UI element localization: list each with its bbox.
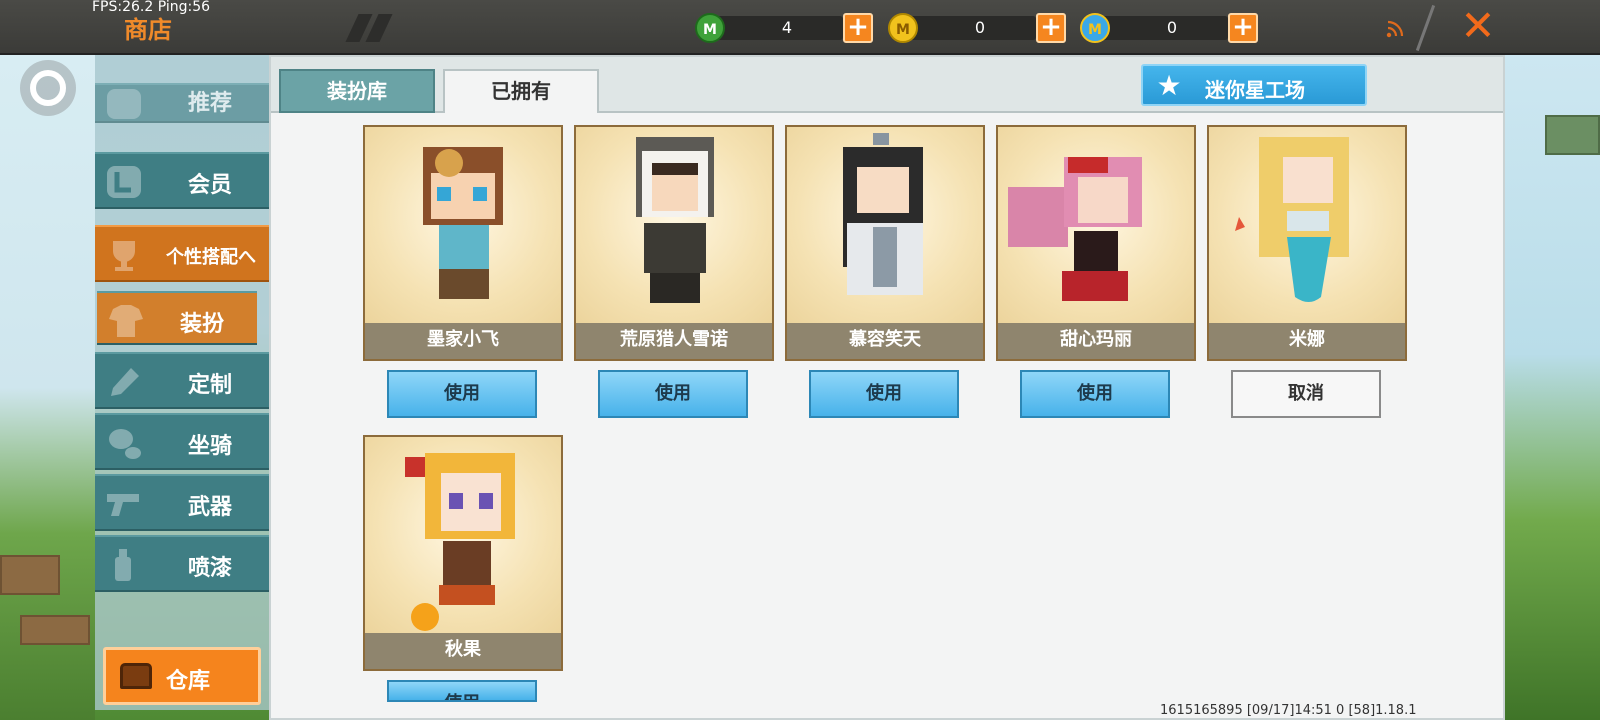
warehouse-button[interactable]: 仓库 — [103, 647, 261, 705]
use-button[interactable]: 使用 — [1020, 370, 1170, 418]
sidebar-item-label: 武器 — [187, 495, 232, 520]
use-button[interactable]: 使用 — [387, 370, 537, 418]
skin-name: 甜心玛丽 — [998, 323, 1194, 359]
gun-icon — [107, 494, 139, 516]
main-panel: 装扮库 已拥有 ★ 迷你星工场 墨家小飞 使用 荒原猎人雪诺 使用 慕容笑天 使… — [269, 55, 1505, 720]
skin-name: 米娜 — [1209, 323, 1405, 359]
character-image — [787, 127, 983, 323]
skin-card[interactable]: 慕容笑天 — [785, 125, 985, 361]
skin-card[interactable]: 甜心玛丽 — [996, 125, 1196, 361]
sidebar-item-mount[interactable]: 坐骑 — [95, 413, 269, 470]
sidebar-item-custom[interactable]: 定制 — [95, 352, 269, 409]
skin-card[interactable]: 秋果 — [363, 435, 563, 671]
pencil-icon — [111, 368, 139, 396]
mini-workshop-button[interactable]: ★ 迷你星工场 — [1141, 64, 1367, 106]
skin-name: 墨家小飞 — [365, 323, 561, 359]
gold-coin-icon: M — [888, 13, 918, 43]
skin-name: 秋果 — [365, 633, 561, 669]
record-icon[interactable] — [20, 60, 76, 116]
sidebar-item-label: 个性搭配へ — [166, 247, 256, 268]
mount-icon — [109, 429, 141, 459]
skin-card[interactable]: 荒原猎人雪诺 — [574, 125, 774, 361]
currency-value: 0 — [1166, 18, 1178, 37]
skin-name: 荒原猎人雪诺 — [576, 323, 772, 359]
currency-value: 0 — [974, 18, 986, 37]
tab-outfit-library[interactable]: 装扮库 — [279, 69, 435, 113]
divider — [1415, 4, 1436, 52]
member-icon — [107, 166, 141, 198]
skin-name: 慕容笑天 — [787, 323, 983, 359]
use-button[interactable]: 使用 — [387, 680, 537, 702]
sidebar-item-member[interactable]: 会员 — [95, 152, 269, 209]
mini-coin-icon: M — [1080, 13, 1110, 43]
currency-mini-coin: M 0 + — [1080, 12, 1260, 44]
outfit-icon — [109, 305, 143, 337]
sidebar-item-spray[interactable]: 喷漆 — [95, 535, 269, 592]
character-image — [365, 127, 561, 323]
sidebar-item-label: 坐骑 — [187, 434, 232, 459]
sidebar-item-recommend[interactable]: 推荐 — [95, 83, 269, 123]
use-button[interactable]: 使用 — [809, 370, 959, 418]
use-button[interactable]: 使用 — [598, 370, 748, 418]
sidebar-group-personal-style[interactable]: 个性搭配へ — [95, 225, 269, 282]
add-coin-button[interactable]: + — [1036, 13, 1066, 43]
sidebar-item-label: 会员 — [187, 173, 232, 198]
background-scenery-left — [0, 55, 95, 720]
sidebar-item-weapon[interactable]: 武器 — [95, 474, 269, 531]
sidebar-item-label: 推荐 — [187, 91, 232, 116]
trophy-icon — [113, 241, 135, 271]
close-icon[interactable]: ✕ — [1458, 5, 1498, 47]
tab-owned[interactable]: 已拥有 — [443, 69, 599, 113]
sidebar-item-label: 喷漆 — [187, 556, 232, 581]
chest-icon — [120, 663, 152, 689]
thumb-icon — [107, 89, 141, 119]
character-image — [1209, 127, 1405, 323]
star-icon: ★ — [1156, 69, 1182, 102]
sidebar: 推荐 会员 个性搭配へ 装扮 定制 坐骑 武器 喷漆 仓库 — [95, 55, 269, 710]
cancel-button[interactable]: 取消 — [1231, 370, 1381, 418]
currency-value: 4 — [781, 18, 793, 37]
background-scenery-right — [1505, 55, 1600, 720]
skin-card[interactable]: 墨家小飞 — [363, 125, 563, 361]
skin-card[interactable]: 米娜 — [1207, 125, 1407, 361]
sidebar-item-label: 装扮 — [179, 312, 224, 337]
build-info: 1615165895 [09/17]14:51 0 [58]1.18.1 — [1160, 703, 1417, 718]
top-bar: 商店 M 4 + M 0 + M 0 + ✕ — [0, 0, 1600, 55]
currency-gold-coin: M 0 + — [888, 12, 1068, 44]
add-gem-button[interactable]: + — [843, 13, 873, 43]
page-title: 商店 — [124, 16, 172, 44]
spray-icon — [115, 549, 131, 581]
character-image — [998, 127, 1194, 323]
character-image — [365, 437, 561, 633]
signal-icon — [1386, 20, 1404, 38]
warehouse-label: 仓库 — [166, 669, 211, 694]
currency-green-gem: M 4 + — [695, 12, 875, 44]
sidebar-item-outfit[interactable]: 装扮 — [97, 291, 257, 345]
tab-bar: 装扮库 已拥有 ★ 迷你星工场 — [271, 57, 1503, 113]
workshop-label: 迷你星工场 — [1205, 78, 1305, 102]
add-mini-coin-button[interactable]: + — [1228, 13, 1258, 43]
green-gem-icon: M — [695, 13, 725, 43]
fps-ping-readout: FPS:26.2 Ping:56 — [92, 0, 211, 15]
character-image — [576, 127, 772, 323]
sidebar-item-label: 定制 — [187, 373, 232, 398]
